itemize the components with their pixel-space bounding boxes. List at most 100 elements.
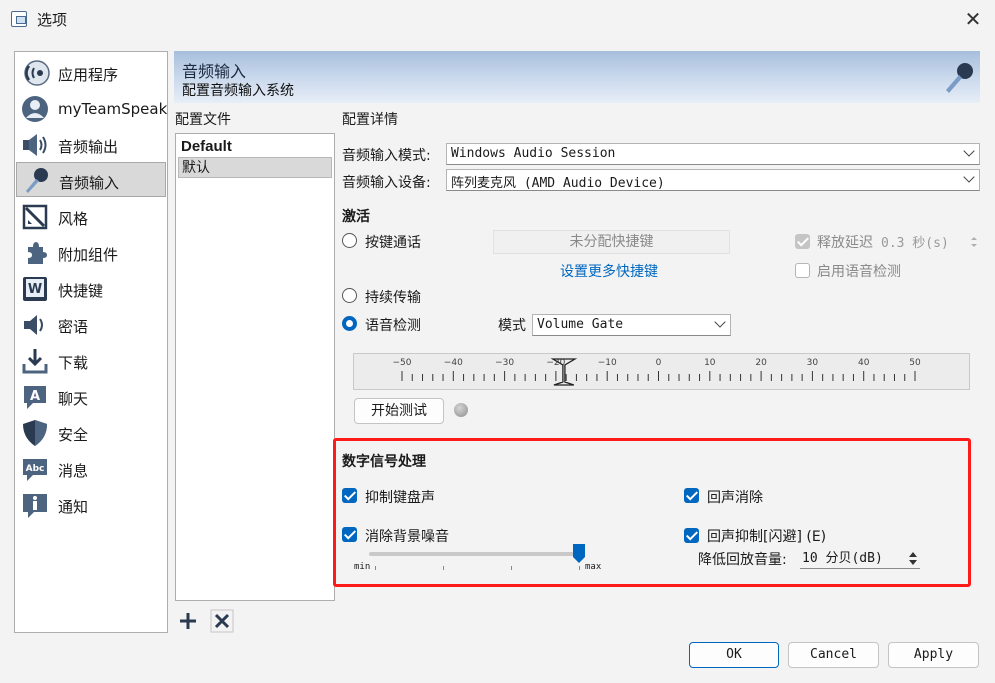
nav-item-myteamspeak[interactable]: myTeamSpeak [16,91,168,126]
lower-volume-value: 10 分贝(dB) [802,551,883,566]
slider-tick [511,566,512,570]
nav-item-messages[interactable]: Abc 消息 [16,451,166,486]
style-icon [22,204,48,230]
meter-scale-label: −40 [444,358,463,368]
slider-tick [443,566,444,570]
hotkey-icon: W [23,277,47,301]
lower-volume-spinner[interactable]: 10 分贝(dB) [800,548,920,569]
noise-slider-track[interactable] [369,552,581,556]
svg-text:A: A [30,389,40,404]
ok-button[interactable]: OK [689,642,779,668]
cancel-button[interactable]: Cancel [788,642,879,668]
list-item[interactable]: Default [178,136,332,157]
nav-label: 音频输入 [59,174,120,192]
meter-scale-label: 30 [807,358,819,368]
addon-puzzle-icon [28,242,47,264]
profiles-label: 配置文件 [175,112,231,128]
vad-label: 语音检测 [365,318,421,334]
add-profile-button[interactable] [176,609,200,633]
noise-removal-checkbox[interactable] [342,527,357,542]
nav-label: 消息 [58,462,89,480]
nav-label: 应用程序 [58,66,119,84]
nav-item-addons[interactable]: 附加组件 [16,235,166,270]
messages-icon: Abc [23,459,47,481]
lower-volume-label: 降低回放音量: [698,552,787,568]
meter-scale-label: −30 [495,358,514,368]
input-device-value: 阵列麦克风 (AMD Audio Device) [451,176,665,191]
release-delay-spinner[interactable]: 0.3 秒(s) [881,232,979,252]
nav-item-hotkeys[interactable]: W 快捷键 [16,271,166,306]
profile-list[interactable]: Default 默认 [175,133,335,601]
enable-vad-checkbox[interactable] [795,263,810,278]
svg-text:W: W [28,282,42,297]
nav-label: 密语 [58,318,89,336]
nav-item-notifications[interactable]: 通知 [16,487,166,522]
activation-title: 激活 [342,209,370,225]
chevron-down-icon [963,171,975,183]
delete-x-icon [210,609,234,633]
details-label: 配置详情 [342,112,398,128]
slider-tick [579,566,580,570]
release-delay-label: 释放延迟 [817,235,873,251]
vad-mode-value: Volume Gate [537,317,624,332]
page-title: 音频输入 [182,62,247,81]
meter-scale-label: 20 [755,358,767,368]
nav-item-style[interactable]: 风格 [16,199,166,234]
continuous-radio[interactable] [342,288,357,303]
ptt-shortcut-field[interactable]: 未分配快捷键 [493,230,730,254]
nav-label: myTeamSpeak [58,100,168,118]
meter-scale: −50 −40 −30 −20 −10 0 10 20 30 40 50 [393,358,921,386]
dsp-title: 数字信号处理 [342,454,426,470]
echo-cancel-label: 回声消除 [707,490,763,506]
page-subtitle: 配置音频输入系统 [182,83,294,99]
slider-tick [375,566,376,570]
meter-scale-label: 40 [858,358,870,368]
release-delay-value: 0.3 秒(s) [881,236,949,251]
vad-level-meter[interactable]: −50 −40 −30 −20 −10 0 10 20 30 40 50 [353,353,970,390]
ducking-label: 回声抑制[闪避] (E) [707,529,827,545]
plus-icon [180,613,196,629]
input-device-select[interactable]: 阵列麦克风 (AMD Audio Device) [446,169,980,191]
echo-cancel-checkbox[interactable] [684,488,699,503]
notification-info-icon [23,494,47,518]
more-shortcuts-link[interactable]: 设置更多快捷键 [560,261,658,281]
input-device-label: 音频输入设备: [342,175,431,191]
myteamspeak-icon [22,96,48,122]
security-shield-icon [23,420,47,446]
spinner-arrows-icon[interactable] [908,550,918,567]
whisper-icon [24,315,43,335]
list-item[interactable]: 默认 [178,157,332,178]
noise-slider-thumb[interactable] [573,544,585,563]
test-status-led-icon [454,403,468,417]
nav-item-downloads[interactable]: 下载 [16,343,166,378]
nav-label: 快捷键 [58,282,104,300]
meter-scale-label: −50 [393,358,412,368]
meter-scale-label: −10 [598,358,617,368]
vad-radio[interactable] [342,316,357,331]
nav-label: 聊天 [58,390,89,408]
remove-profile-button[interactable] [210,609,234,633]
nav-label: 通知 [58,498,89,516]
release-delay-checkbox[interactable] [795,234,810,249]
settings-nav: 应用程序 myTeamSpeak 音频输出 音频输入 风格 附加组件 W 快捷键… [14,51,168,633]
nav-item-audio-output[interactable]: 音频输出 [16,127,166,162]
nav-item-audio-input[interactable]: 音频输入 [16,162,166,197]
nav-item-application[interactable]: 应用程序 [16,55,166,90]
microphone-icon [946,63,973,93]
chat-icon: A [24,386,46,409]
vad-mode-select[interactable]: Volume Gate [532,314,731,336]
close-icon[interactable]: ✕ [960,7,986,31]
nav-item-chat[interactable]: A 聊天 [16,379,166,414]
input-mode-select[interactable]: Windows Audio Session [446,143,980,165]
nav-item-security[interactable]: 安全 [16,415,166,450]
apply-button[interactable]: Apply [888,642,979,668]
svg-text:Abc: Abc [26,464,45,474]
ducking-checkbox[interactable] [684,528,699,543]
meter-scale-label: 50 [909,358,921,368]
nav-item-whisper[interactable]: 密语 [16,307,166,342]
noise-removal-label: 消除背景噪音 [365,529,449,545]
suppress-keyboard-checkbox[interactable] [342,488,357,503]
ptt-radio[interactable] [342,233,357,248]
vad-mode-label: 模式 [498,318,526,334]
start-test-button[interactable]: 开始测试 [354,398,444,424]
